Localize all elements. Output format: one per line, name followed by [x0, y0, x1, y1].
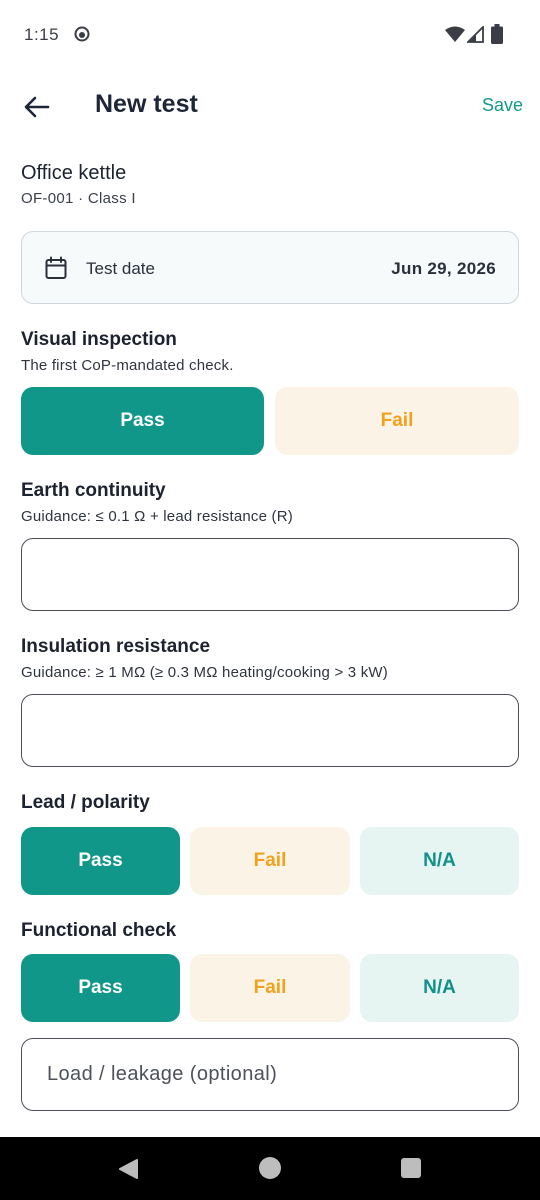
load-leakage-field[interactable]	[21, 1038, 519, 1111]
lead-polarity-title: Lead / polarity	[21, 792, 150, 813]
earth-continuity-hint: Guidance: ≤ 0.1 Ω + lead resistance (R)	[21, 508, 293, 525]
load-leakage-input[interactable]	[47, 1063, 493, 1086]
wifi-icon	[445, 26, 465, 42]
device-name: Office kettle	[21, 162, 127, 184]
lead-polarity-pass-button[interactable]: Pass	[21, 827, 180, 895]
visual-inspection-title: Visual inspection	[21, 329, 177, 350]
nav-back-icon[interactable]	[117, 1158, 139, 1180]
nav-home-icon[interactable]	[259, 1157, 281, 1179]
status-time: 1:15	[24, 25, 60, 44]
signal-icon	[467, 26, 484, 43]
calendar-icon	[45, 256, 67, 279]
functional-check-fail-button[interactable]: Fail	[190, 954, 350, 1022]
app-bar: New test Save	[0, 70, 540, 142]
status-bar: 1:15	[0, 0, 540, 70]
functional-check-title: Functional check	[21, 920, 177, 941]
insulation-resistance-hint: Guidance: ≥ 1 MΩ (≥ 0.3 MΩ heating/cooki…	[21, 664, 388, 681]
functional-check-na-button[interactable]: N/A	[360, 954, 519, 1022]
insulation-resistance-title: Insulation resistance	[21, 636, 211, 657]
nav-recents-icon[interactable]	[401, 1158, 421, 1178]
system-nav-bar	[0, 1137, 540, 1200]
test-date-value: Jun 29, 2026	[391, 259, 496, 278]
functional-check-pass-button[interactable]: Pass	[21, 954, 180, 1022]
back-button[interactable]	[16, 86, 58, 128]
device-meta: OF-001 · Class I	[21, 190, 136, 207]
lead-polarity-fail-button[interactable]: Fail	[190, 827, 350, 895]
lead-polarity-na-button[interactable]: N/A	[360, 827, 519, 895]
insulation-resistance-field[interactable]	[21, 694, 519, 767]
notification-icon	[74, 26, 90, 42]
page-title: New test	[95, 90, 198, 118]
earth-continuity-field[interactable]	[21, 538, 519, 611]
earth-continuity-input[interactable]	[47, 563, 493, 586]
insulation-resistance-input[interactable]	[47, 719, 493, 742]
visual-inspection-pass-button[interactable]: Pass	[21, 387, 264, 455]
visual-inspection-fail-button[interactable]: Fail	[275, 387, 519, 455]
earth-continuity-title: Earth continuity	[21, 480, 166, 501]
save-button[interactable]: Save	[482, 95, 523, 116]
battery-icon	[491, 24, 503, 44]
test-date-picker[interactable]: Test date Jun 29, 2026	[21, 231, 519, 304]
arrow-left-icon	[24, 96, 50, 118]
test-date-label: Test date	[86, 259, 155, 278]
visual-inspection-hint: The first CoP-mandated check.	[21, 357, 234, 374]
